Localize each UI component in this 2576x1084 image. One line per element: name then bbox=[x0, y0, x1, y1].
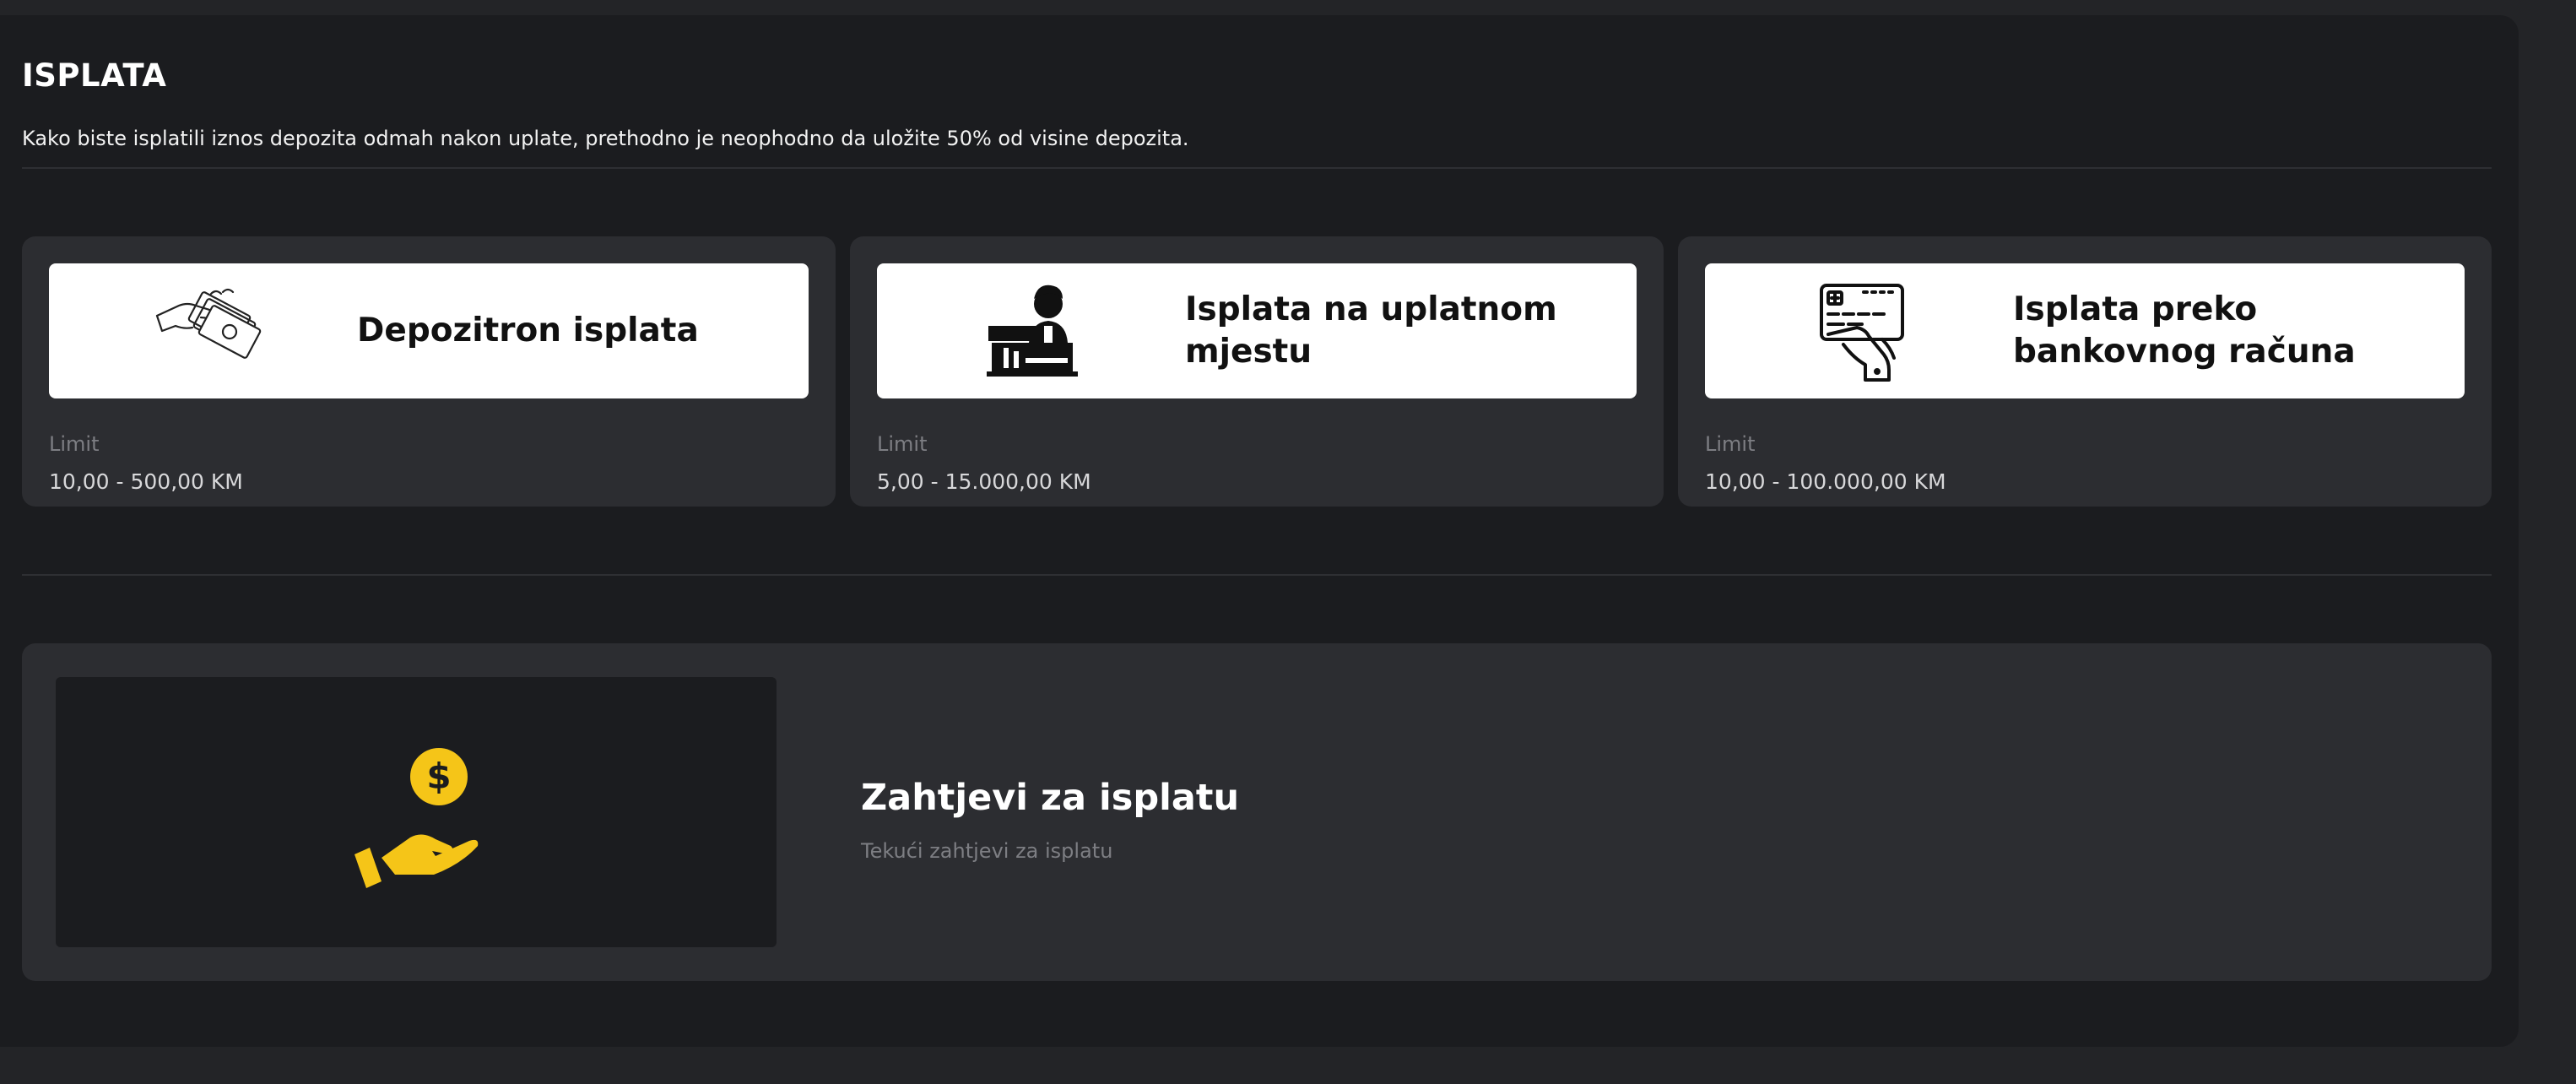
limit-label: Limit bbox=[49, 432, 100, 456]
limit-value: 10,00 - 500,00 KM bbox=[49, 469, 243, 494]
method-card-uplatno-mjesto[interactable]: Isplata na uplatnom mjestu Limit 5,00 - … bbox=[850, 236, 1664, 507]
limit-value: 10,00 - 100.000,00 KM bbox=[1705, 469, 1946, 494]
limit-label: Limit bbox=[877, 432, 928, 456]
divider bbox=[22, 574, 2492, 576]
hand-coin-icon: $ bbox=[354, 748, 479, 888]
method-banner[interactable]: Depozitron isplata bbox=[49, 263, 809, 398]
limit-label: Limit bbox=[1705, 432, 1756, 456]
method-card-depozitron[interactable]: Depozitron isplata Limit 10,00 - 500,00 … bbox=[22, 236, 836, 507]
page-title: ISPLATA bbox=[22, 57, 167, 94]
hand-money-icon bbox=[155, 288, 262, 359]
withdrawal-panel: ISPLATA Kako biste isplatili iznos depoz… bbox=[0, 15, 2519, 1047]
cashier-icon bbox=[987, 285, 1078, 377]
divider bbox=[22, 167, 2492, 169]
hand-card-icon bbox=[1820, 284, 1904, 382]
requests-thumbnail: $ bbox=[56, 677, 777, 947]
method-banner[interactable]: Isplata preko bankovnog računa bbox=[1705, 263, 2465, 398]
withdrawal-requests-card[interactable]: $ Zahtjevi za isplatu Tekući zahtjevi za… bbox=[22, 643, 2492, 981]
requests-title: Zahtjevi za isplatu bbox=[861, 777, 1240, 819]
method-banner[interactable]: Isplata na uplatnom mjestu bbox=[877, 263, 1637, 398]
requests-subtitle: Tekući zahtjevi za isplatu bbox=[861, 839, 1113, 863]
method-card-bankovni-racun[interactable]: Isplata preko bankovnog računa Limit 10,… bbox=[1678, 236, 2492, 507]
method-title: Isplata preko bankovnog računa bbox=[2013, 290, 2356, 371]
page-description: Kako biste isplatili iznos depozita odma… bbox=[22, 127, 1189, 150]
method-title: Depozitron isplata bbox=[357, 312, 699, 350]
svg-text:$: $ bbox=[426, 756, 451, 797]
method-title: Isplata na uplatnom mjestu bbox=[1185, 290, 1557, 371]
limit-value: 5,00 - 15.000,00 KM bbox=[877, 469, 1091, 494]
